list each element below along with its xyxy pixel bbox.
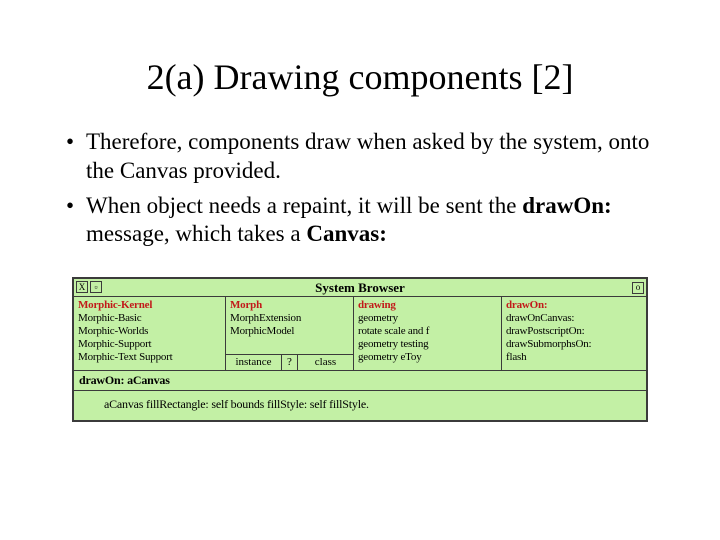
- slide-title: 2(a) Drawing components [2]: [48, 56, 672, 98]
- list-item[interactable]: flash: [506, 351, 642, 364]
- help-button[interactable]: ?: [282, 355, 298, 370]
- list-item[interactable]: geometry eToy: [358, 351, 497, 364]
- instance-class-switch: instance ? class: [226, 354, 353, 370]
- category-pane[interactable]: Morphic-Kernel Morphic-Basic Morphic-Wor…: [74, 297, 226, 370]
- code-pane[interactable]: aCanvas fillRectangle: self bounds fillS…: [74, 391, 646, 420]
- list-item[interactable]: drawPostscriptOn:: [506, 325, 642, 338]
- list-item[interactable]: drawOn:: [506, 299, 642, 312]
- window-title: System Browser: [315, 280, 405, 295]
- list-item[interactable]: rotate scale and f: [358, 325, 497, 338]
- list-item[interactable]: Morphic-Worlds: [78, 325, 221, 338]
- list-item[interactable]: Morphic-Basic: [78, 312, 221, 325]
- list-item[interactable]: drawing: [358, 299, 497, 312]
- list-item[interactable]: MorphExtension: [230, 312, 349, 325]
- browser-panes: Morphic-Kernel Morphic-Basic Morphic-Wor…: [74, 297, 646, 371]
- list-item[interactable]: Morphic-Support: [78, 338, 221, 351]
- menu-icon[interactable]: ▫: [90, 281, 102, 293]
- bullet-text-bold: Canvas:: [306, 221, 387, 246]
- list-item[interactable]: drawSubmorphsOn:: [506, 338, 642, 351]
- titlebar[interactable]: X ▫ System Browser o: [74, 279, 646, 297]
- bullet-item: When object needs a repaint, it will be …: [66, 192, 672, 250]
- selector-pane[interactable]: drawOn: drawOnCanvas: drawPostscriptOn: …: [502, 297, 646, 370]
- system-browser-window: X ▫ System Browser o Morphic-Kernel Morp…: [72, 277, 648, 422]
- protocol-pane[interactable]: drawing geometry rotate scale and f geom…: [354, 297, 502, 370]
- list-item[interactable]: Morphic-Text Support: [78, 351, 221, 364]
- bullet-text-bold: drawOn:: [522, 193, 611, 218]
- list-item[interactable]: geometry: [358, 312, 497, 325]
- list-item[interactable]: drawOnCanvas:: [506, 312, 642, 325]
- method-signature[interactable]: drawOn: aCanvas: [74, 371, 646, 391]
- list-item[interactable]: geometry testing: [358, 338, 497, 351]
- list-item[interactable]: Morphic-Kernel: [78, 299, 221, 312]
- instance-button[interactable]: instance: [226, 355, 282, 370]
- bullet-list: Therefore, components draw when asked by…: [48, 128, 672, 249]
- class-button[interactable]: class: [298, 355, 353, 370]
- list-item[interactable]: MorphicModel: [230, 325, 349, 338]
- bullet-item: Therefore, components draw when asked by…: [66, 128, 672, 186]
- list-item[interactable]: Morph: [230, 299, 349, 312]
- close-icon[interactable]: X: [76, 281, 88, 293]
- collapse-icon[interactable]: o: [632, 282, 644, 294]
- bullet-text: When object needs a repaint, it will be …: [86, 193, 522, 218]
- class-pane[interactable]: Morph MorphExtension MorphicModel instan…: [226, 297, 354, 370]
- bullet-text: message, which takes a: [86, 221, 306, 246]
